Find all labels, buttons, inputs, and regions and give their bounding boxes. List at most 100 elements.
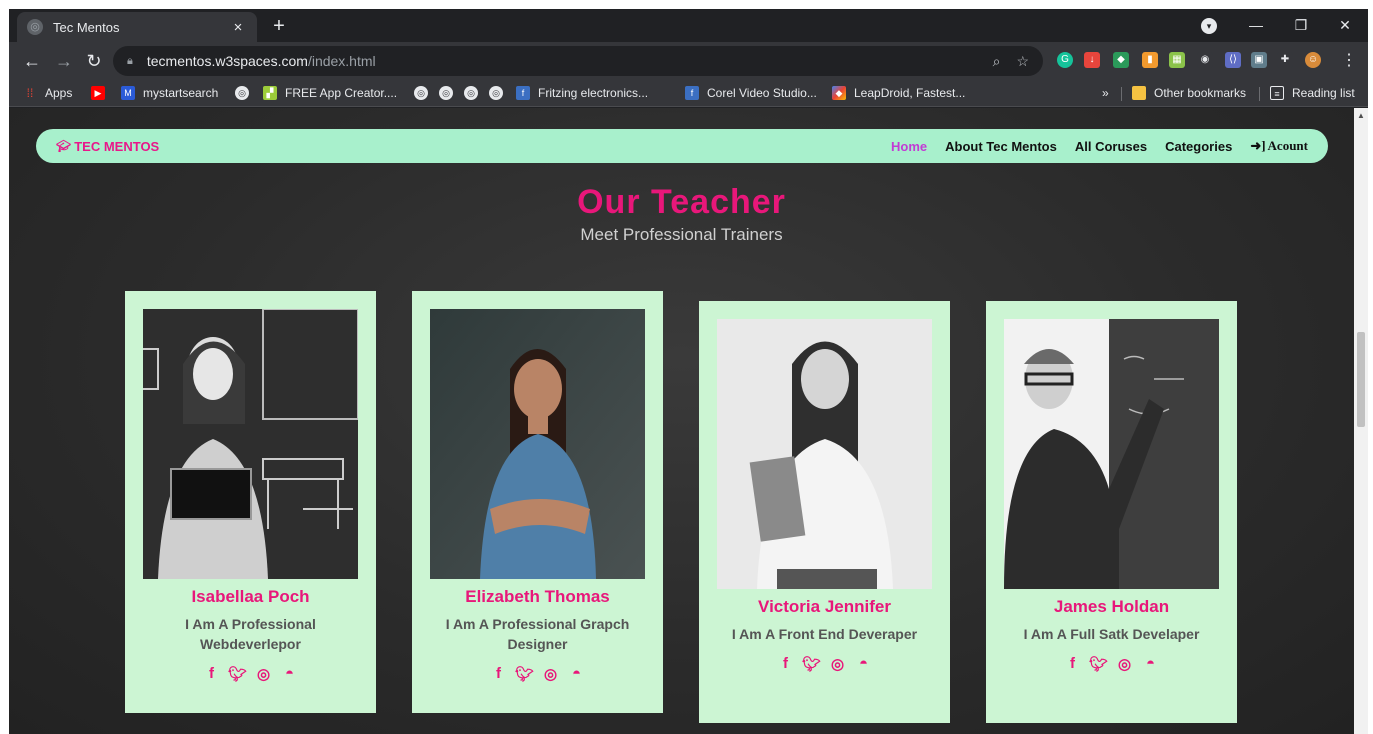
extension-icon[interactable]: ◉ <box>1197 52 1213 68</box>
instagram-icon[interactable]: ◎ <box>255 665 272 683</box>
nav-all-courses[interactable]: All Coruses <box>1075 139 1147 154</box>
section-title: Our Teacher <box>577 183 786 221</box>
reading-list-icon: ≡ <box>1270 86 1284 100</box>
profile-icon[interactable]: ▾ <box>1201 18 1217 34</box>
facebook-icon[interactable]: f <box>203 665 220 682</box>
globe-icon: ◎ <box>414 86 428 100</box>
globe-icon: ◎ <box>235 86 249 100</box>
forward-arrow-icon[interactable]: → <box>51 48 77 74</box>
facebook-icon[interactable]: f <box>777 655 794 672</box>
bookmarks-overflow-icon[interactable]: » <box>1102 84 1109 102</box>
avatar[interactable]: ☺ <box>1305 52 1321 68</box>
twitter-icon[interactable]: 🐦︎ <box>515 665 534 683</box>
reading-list[interactable]: ≡ Reading list <box>1270 84 1355 102</box>
minimize-icon[interactable]: — <box>1236 13 1276 37</box>
back-arrow-icon[interactable]: ← <box>19 48 45 74</box>
bookmark-fritzing[interactable]: f Fritzing electronics... <box>516 84 648 102</box>
star-icon[interactable]: ☆ <box>1016 53 1029 70</box>
facebook-icon[interactable]: f <box>1064 655 1081 672</box>
github-icon[interactable]: ◓ <box>281 665 298 682</box>
nav-about[interactable]: About Tec Mentos <box>945 139 1057 154</box>
address-bar[interactable]: 🔒︎ tecmentos.w3spaces.com /index.html ⌕ … <box>113 46 1043 76</box>
site-navbar: 🎓︎ TEC MENTOS Home About Tec Mentos All … <box>36 129 1328 163</box>
leapdroid-icon: ◆ <box>832 86 846 100</box>
section-subtitle: Meet Professional Trainers <box>580 225 783 244</box>
globe-icon: ◎ <box>464 86 478 100</box>
puzzle-icon[interactable]: ✚ <box>1277 52 1293 68</box>
extension-icon[interactable]: ◆ <box>1113 52 1129 68</box>
teacher-name: James Holdan <box>1053 597 1170 616</box>
bookmark-globe[interactable]: ◎ <box>235 84 249 102</box>
bookmark-apps[interactable]: ⁞⁞ Apps <box>23 84 73 102</box>
bookmark-mystartsearch[interactable]: M mystartsearch <box>121 84 218 102</box>
globe-icon: ◎ <box>439 86 453 100</box>
instagram-icon[interactable]: ◎ <box>829 655 846 673</box>
teacher-card: James Holdan I Am A Full Satk Develaper … <box>986 301 1237 723</box>
github-icon[interactable]: ◓ <box>855 655 872 672</box>
nav-account[interactable]: ➜] Acount <box>1250 138 1308 154</box>
scroll-thumb[interactable] <box>1357 332 1365 427</box>
folder-icon <box>1132 86 1146 100</box>
extension-icon[interactable]: ▦ <box>1169 52 1185 68</box>
globe-icon: ◎ <box>27 19 43 35</box>
github-icon[interactable]: ◓ <box>1142 655 1159 672</box>
bookmark-globe[interactable]: ◎ <box>439 84 453 102</box>
bookmark-leapdroid[interactable]: ◆ LeapDroid, Fastest... <box>832 84 965 102</box>
scroll-up-icon[interactable]: ▲ <box>1354 110 1368 122</box>
teacher-photo <box>1004 319 1219 589</box>
teacher-photo <box>143 309 358 579</box>
twitter-icon[interactable]: 🐦︎ <box>802 655 821 673</box>
bookmark-globe[interactable]: ◎ <box>414 84 428 102</box>
bookmark-other[interactable]: Other bookmarks <box>1132 84 1246 102</box>
m-logo-icon: M <box>121 86 135 100</box>
url-path: /index.html <box>307 53 376 69</box>
extension-icon[interactable]: ⟨⟩ <box>1225 52 1241 68</box>
bookmark-globe[interactable]: ◎ <box>464 84 478 102</box>
facebook-icon[interactable]: f <box>490 665 507 682</box>
twitter-icon[interactable]: 🐦︎ <box>228 665 247 683</box>
close-tab-icon[interactable]: × <box>229 19 247 36</box>
teacher-description: I Am A Front End Deveraper <box>731 626 918 642</box>
tab-title: Tec Mentos <box>53 19 120 35</box>
app-creator-icon: ▞ <box>263 86 277 100</box>
social-links: f 🐦︎ ◎ ◓ <box>699 655 950 673</box>
teacher-photo <box>717 319 932 589</box>
extension-icon[interactable]: ▣ <box>1251 52 1267 68</box>
url-host: tecmentos.w3spaces.com <box>146 53 308 69</box>
github-icon[interactable]: ◓ <box>568 665 585 682</box>
page-scrollbar[interactable]: ▲ <box>1354 108 1368 734</box>
browser-tab[interactable]: ◎ Tec Mentos × <box>17 12 257 42</box>
sign-in-icon: ➜] <box>1250 138 1266 153</box>
teacher-description: I Am A Professional Grapch Designer <box>445 616 630 652</box>
social-links: f 🐦︎ ◎ ◓ <box>125 665 376 683</box>
teacher-name: Elizabeth Thomas <box>465 587 610 606</box>
teacher-card: Victoria Jennifer I Am A Front End Dever… <box>699 301 950 723</box>
bookmark-corel[interactable]: f Corel Video Studio... <box>685 84 817 102</box>
teacher-photo <box>430 309 645 579</box>
grammarly-icon[interactable]: G <box>1057 52 1073 68</box>
new-tab-button[interactable]: + <box>267 15 291 39</box>
instagram-icon[interactable]: ◎ <box>542 665 559 683</box>
instagram-icon[interactable]: ◎ <box>1116 655 1133 673</box>
bookmark-globe[interactable]: ◎ <box>489 84 503 102</box>
teacher-name: Victoria Jennifer <box>758 597 891 616</box>
close-window-icon[interactable]: ✕ <box>1325 13 1365 37</box>
restore-icon[interactable]: ❐ <box>1281 13 1321 37</box>
youtube-icon: ▶ <box>91 86 105 100</box>
globe-icon: ◎ <box>489 86 503 100</box>
extension-icon[interactable]: ▮ <box>1142 52 1158 68</box>
tab-strip: ◎ Tec Mentos × + ▾ — ❐ ✕ <box>9 9 1368 42</box>
social-links: f 🐦︎ ◎ ◓ <box>412 665 663 683</box>
reload-icon[interactable]: ↻ <box>81 48 107 74</box>
zoom-icon[interactable]: ⌕ <box>993 53 1001 70</box>
browser-toolbar: ← → ↻ 🔒︎ tecmentos.w3spaces.com /index.h… <box>9 42 1368 79</box>
nav-home[interactable]: Home <box>891 139 927 154</box>
download-extension-icon[interactable]: ↓ <box>1084 52 1100 68</box>
bookmark-youtube[interactable]: ▶ <box>91 84 113 102</box>
more-menu-icon[interactable]: ⋮ <box>1341 50 1357 70</box>
bookmarks-bar: ⁞⁞ Apps ▶ M mystartsearch ◎ ▞ FREE App C… <box>9 79 1368 107</box>
nav-categories[interactable]: Categories <box>1165 139 1232 154</box>
bookmark-free-app-creator[interactable]: ▞ FREE App Creator.... <box>263 84 397 102</box>
twitter-icon[interactable]: 🐦︎ <box>1089 655 1108 673</box>
site-logo[interactable]: 🎓︎ TEC MENTOS <box>56 139 159 154</box>
